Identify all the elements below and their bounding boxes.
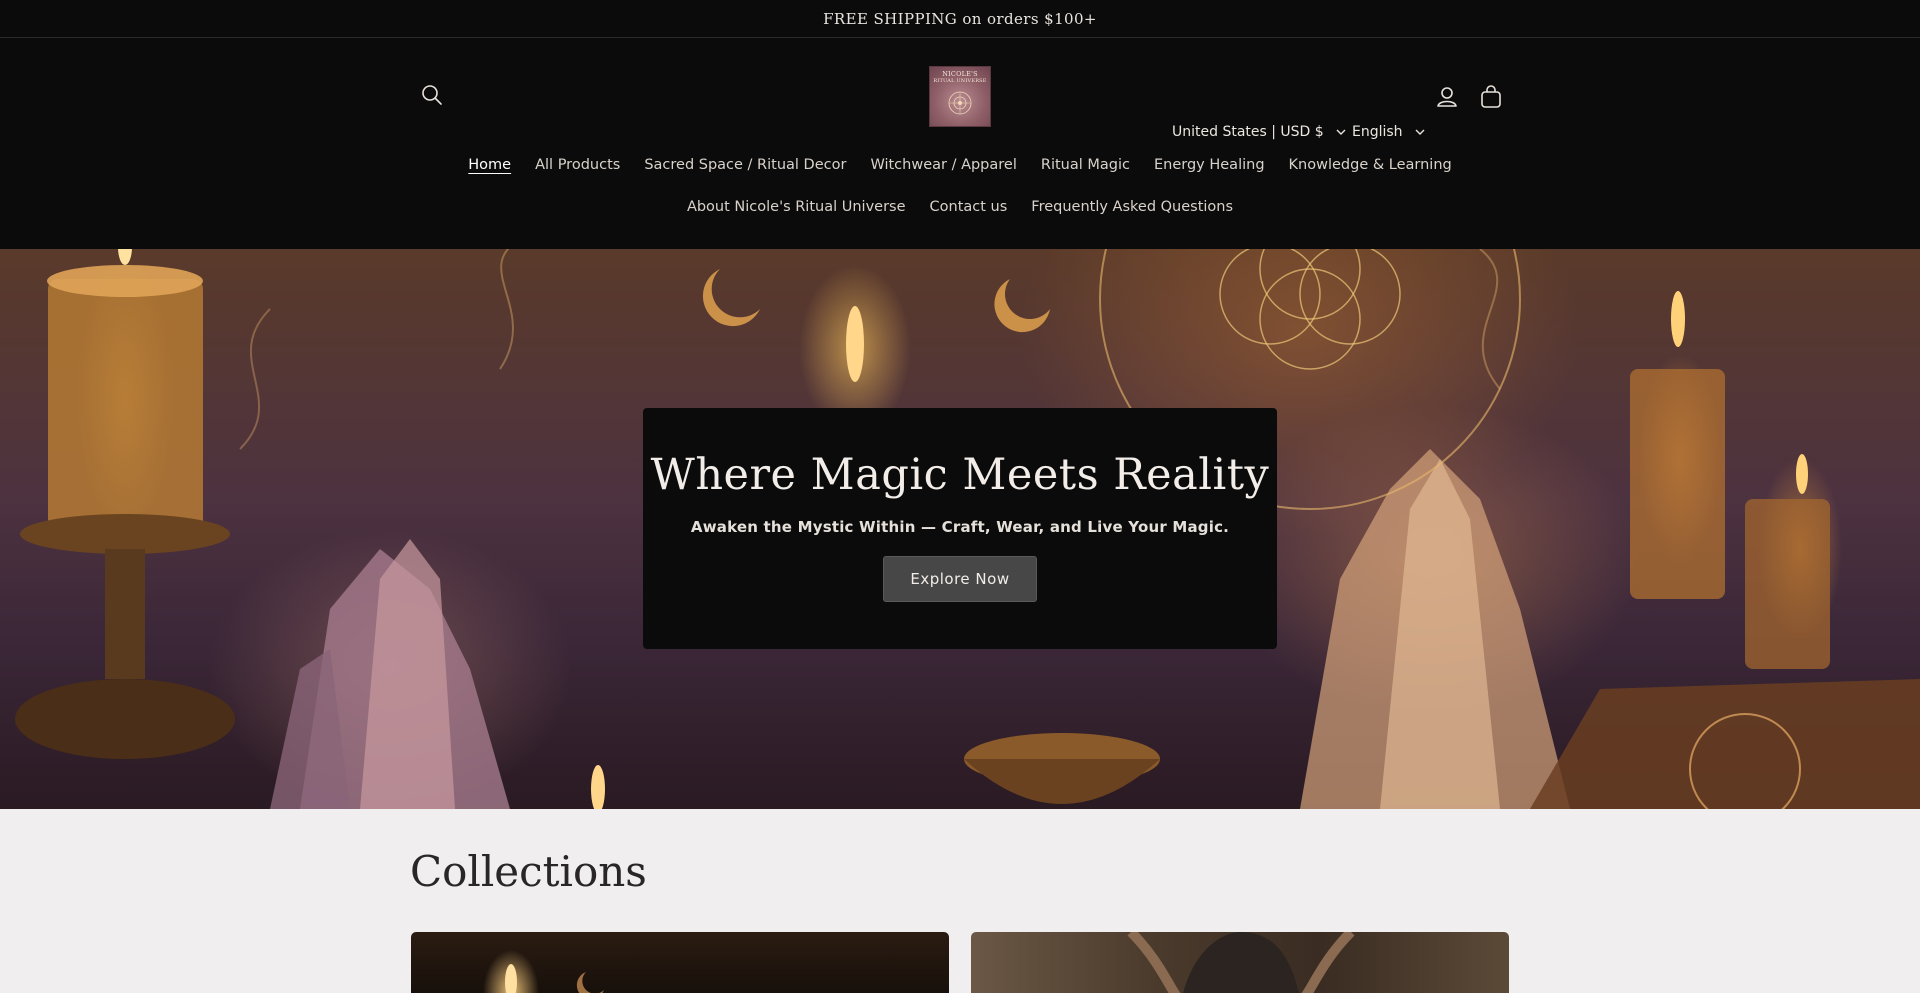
language-selector[interactable]: English xyxy=(1352,124,1425,140)
logo-text-line2: RITUAL UNIVERSE xyxy=(933,78,987,84)
collection-card[interactable] xyxy=(411,932,949,993)
account-icon xyxy=(1437,87,1457,107)
nav-item-energy-healing[interactable]: Energy Healing xyxy=(1154,157,1265,173)
explore-now-button[interactable]: Explore Now xyxy=(883,556,1037,602)
store-logo[interactable]: NICOLE'S RITUAL UNIVERSE xyxy=(929,66,991,127)
logo-emblem-icon xyxy=(948,91,972,115)
country-selector-label: United States | USD $ xyxy=(1172,124,1324,140)
nav-item-sacred-space[interactable]: Sacred Space / Ritual Decor xyxy=(644,157,846,173)
nav-item-about[interactable]: About Nicole's Ritual Universe xyxy=(687,199,906,215)
country-selector[interactable]: United States | USD $ xyxy=(1172,124,1346,140)
hero-content-panel: Where Magic Meets Reality Awaken the Mys… xyxy=(643,408,1277,649)
chevron-down-icon xyxy=(1336,129,1346,135)
account-button[interactable] xyxy=(1434,84,1460,110)
main-nav-row1: Home All Products Sacred Space / Ritual … xyxy=(0,157,1920,173)
nav-item-contact[interactable]: Contact us xyxy=(930,199,1008,215)
collection-card[interactable] xyxy=(971,932,1509,993)
nav-item-faq[interactable]: Frequently Asked Questions xyxy=(1031,199,1233,215)
collections-section: Collections xyxy=(0,809,1920,993)
hero-banner: Where Magic Meets Reality Awaken the Mys… xyxy=(0,249,1920,809)
cart-button[interactable] xyxy=(1478,84,1504,110)
cart-icon xyxy=(1481,85,1501,108)
nav-item-home[interactable]: Home xyxy=(468,157,511,173)
hero-title: Where Magic Meets Reality xyxy=(650,450,1270,500)
collections-heading: Collections xyxy=(410,847,647,896)
search-icon xyxy=(422,85,442,105)
nav-item-all-products[interactable]: All Products xyxy=(535,157,620,173)
nav-item-knowledge-learning[interactable]: Knowledge & Learning xyxy=(1289,157,1452,173)
language-selector-label: English xyxy=(1352,124,1403,140)
collection-card-image xyxy=(505,964,604,993)
nav-item-witchwear[interactable]: Witchwear / Apparel xyxy=(870,157,1016,173)
main-nav-row2: About Nicole's Ritual Universe Contact u… xyxy=(0,199,1920,215)
chevron-down-icon xyxy=(1415,129,1425,135)
site-header: NICOLE'S RITUAL UNIVERSE United States |… xyxy=(0,38,1920,249)
announcement-text: FREE SHIPPING on orders $100+ xyxy=(823,9,1097,28)
nav-item-ritual-magic[interactable]: Ritual Magic xyxy=(1041,157,1130,173)
logo-text-line1: NICOLE'S xyxy=(942,70,978,78)
hero-subtitle: Awaken the Mystic Within — Craft, Wear, … xyxy=(690,518,1230,536)
announcement-bar: FREE SHIPPING on orders $100+ xyxy=(0,0,1920,38)
search-button[interactable] xyxy=(419,82,445,108)
collection-card-image xyxy=(1127,932,1355,993)
